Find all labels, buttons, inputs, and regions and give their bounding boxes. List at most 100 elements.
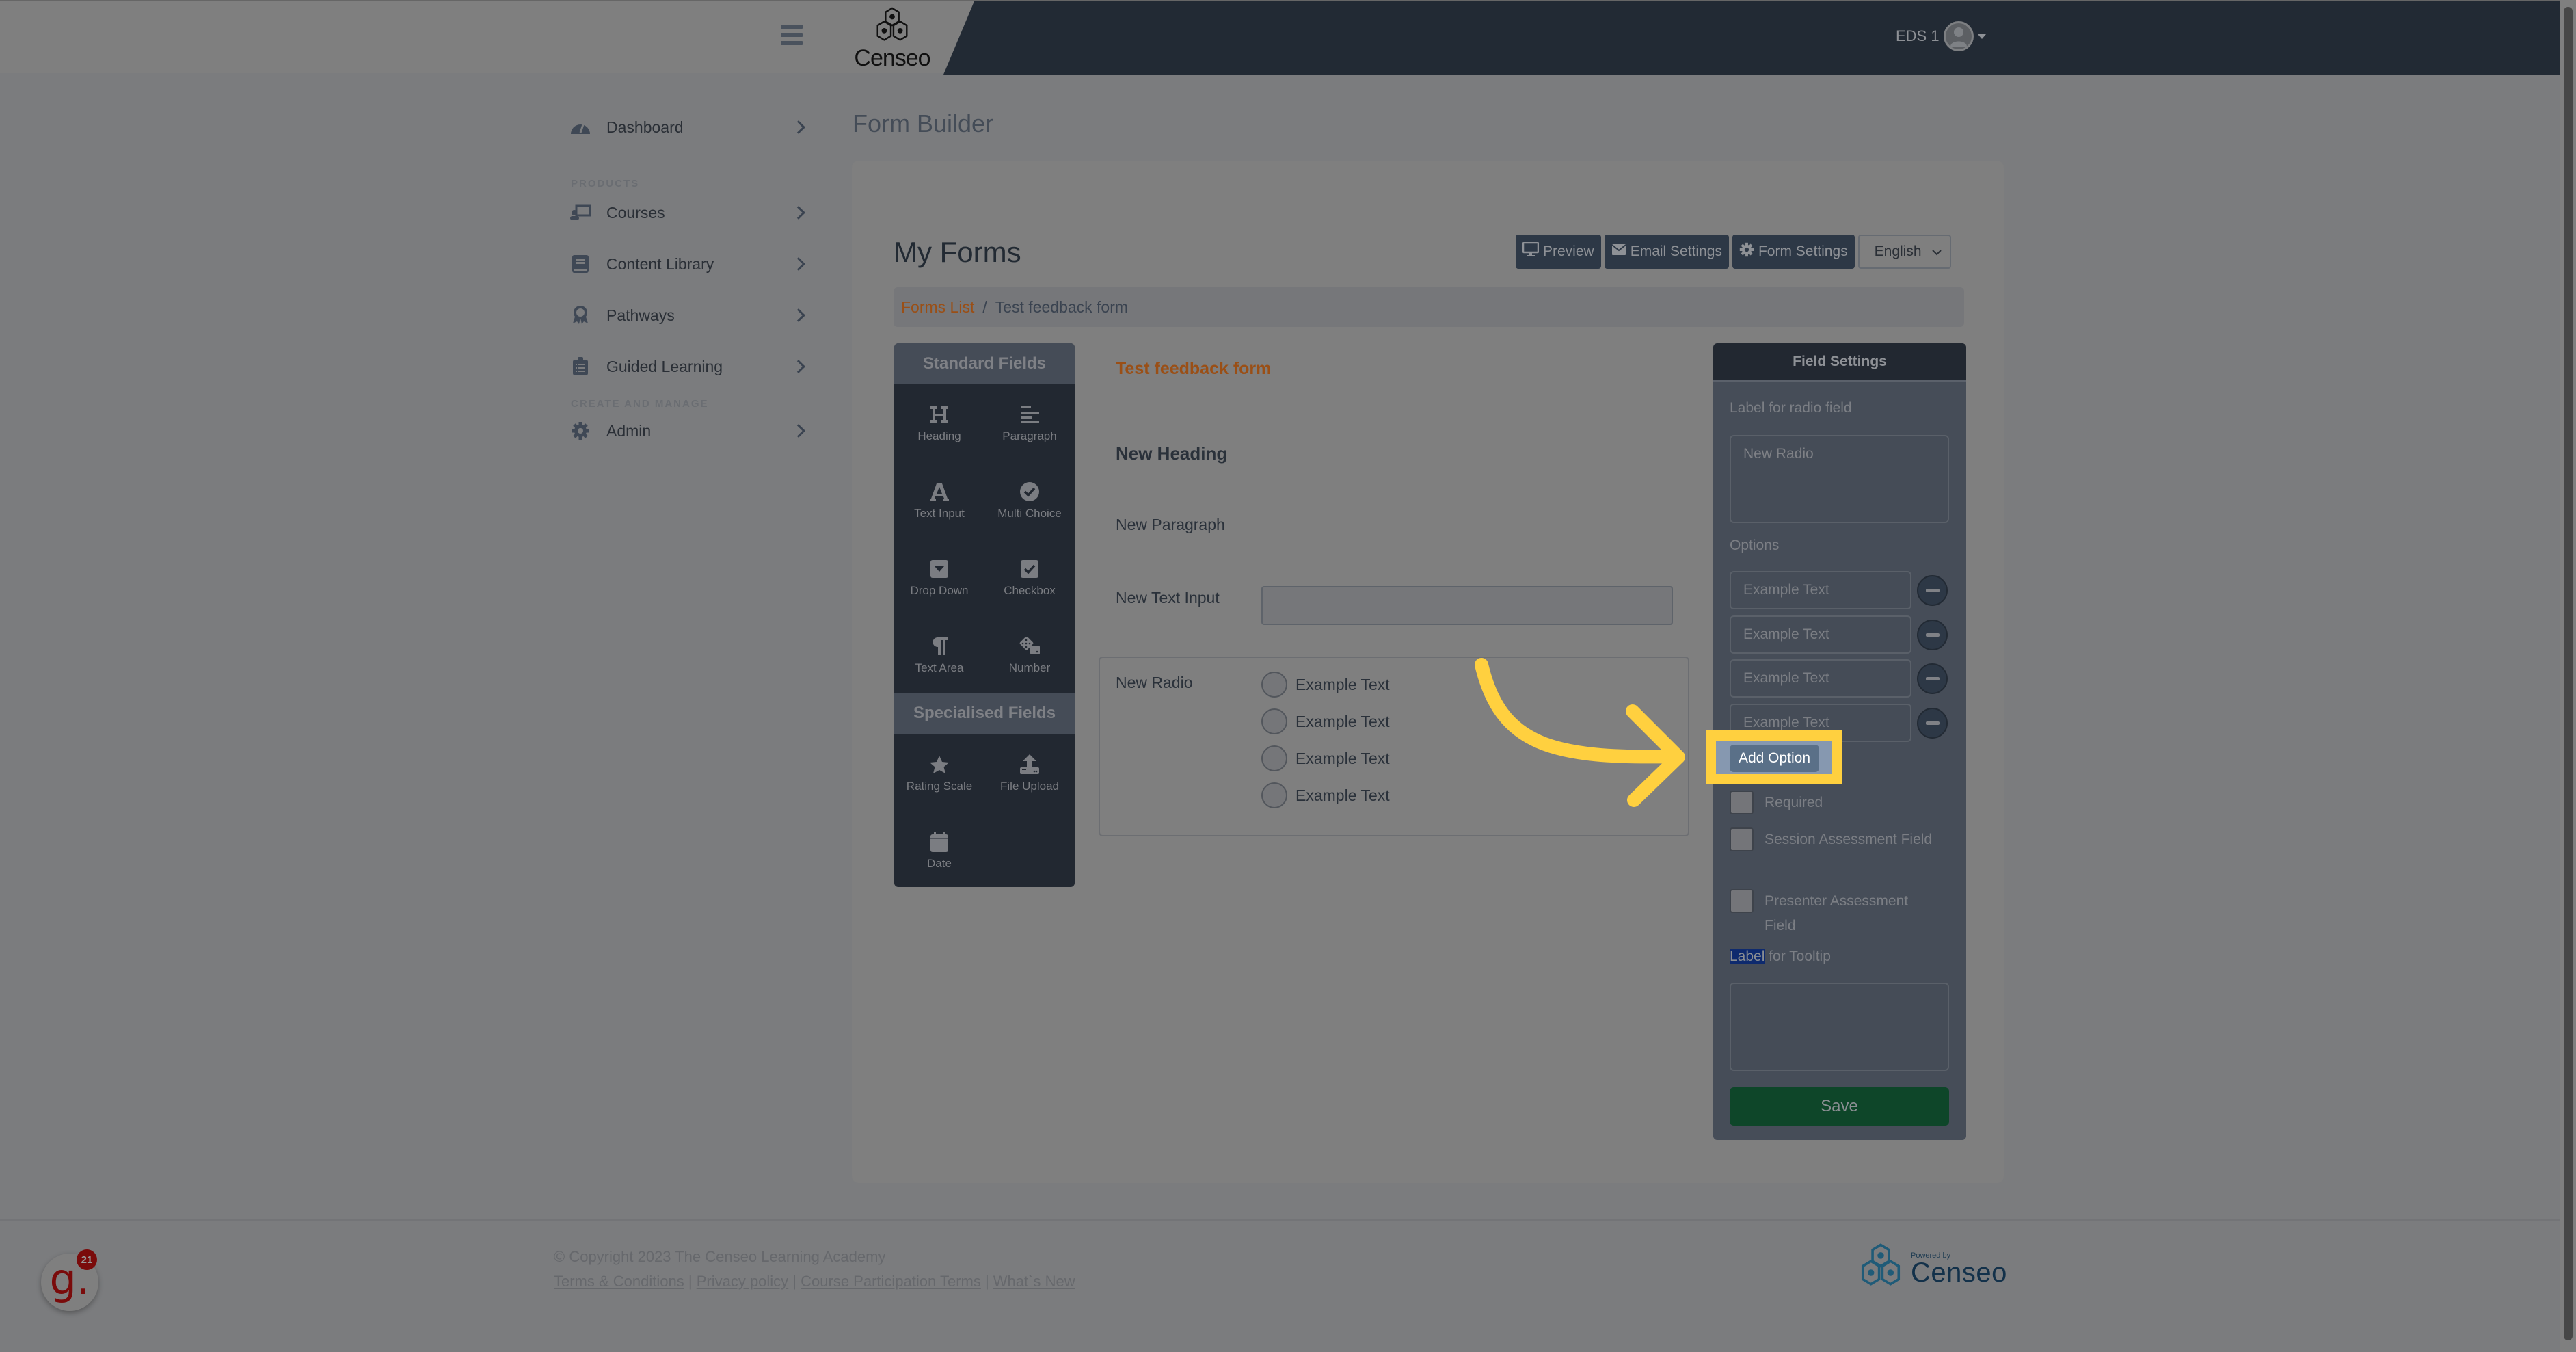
palette-label: Heading [917, 429, 961, 442]
sidebar-item-admin[interactable]: Admin [569, 417, 809, 445]
sidebar-item-pathways[interactable]: Pathways [569, 302, 809, 329]
whats-new-link[interactable]: What`s New [993, 1273, 1075, 1290]
radio-option[interactable]: Example Text [1261, 708, 1390, 734]
palette-item-date[interactable]: Date [894, 811, 984, 887]
save-button[interactable]: Save [1730, 1087, 1949, 1126]
breadcrumb-separator: / [982, 297, 987, 316]
participation-terms-link[interactable]: Course Participation Terms [801, 1273, 981, 1290]
add-option-button[interactable]: Add Option [1730, 745, 1819, 772]
sidebar-label: Guided Learning [606, 357, 723, 375]
specialised-fields-header: Specialised Fields [894, 693, 1075, 734]
radio-label-textarea[interactable]: New Radio [1730, 435, 1949, 523]
sidebar-label: Admin [606, 421, 652, 440]
palette-item-checkbox[interactable]: Checkbox [984, 538, 1075, 615]
palette-item-file-upload[interactable]: File Upload [984, 734, 1075, 811]
palette-item-drop-down[interactable]: Drop Down [894, 538, 984, 615]
remove-option-button[interactable] [1917, 619, 1948, 650]
presenter-assessment-checkbox[interactable] [1730, 889, 1754, 913]
breadcrumb-current: Test feedback form [995, 297, 1129, 316]
option-input[interactable]: Example Text [1730, 571, 1911, 609]
gear-icon [1739, 242, 1754, 261]
form-field-paragraph[interactable]: New Paragraph [1116, 516, 1225, 534]
chevron-down-icon [1931, 243, 1942, 260]
radio-option-label: Example Text [1296, 786, 1390, 804]
fields-palette: Standard Fields Heading Paragraph Text I… [894, 343, 1075, 887]
label-caption: Label for radio field [1730, 400, 1852, 416]
star-icon [929, 752, 950, 777]
radio-option-label: Example Text [1296, 675, 1390, 693]
remove-option-button[interactable] [1917, 574, 1948, 606]
section-label-products: PRODUCTS [571, 178, 640, 189]
palette-item-heading[interactable]: Heading [894, 384, 984, 461]
field-settings-header: Field Settings [1713, 343, 1966, 382]
breadcrumb-forms-list-link[interactable]: Forms List [901, 298, 974, 317]
sidebar-item-dashboard[interactable]: Dashboard [569, 114, 809, 141]
tooltip-caption-rest: for Tooltip [1765, 949, 1831, 964]
palette-label: Drop Down [910, 583, 969, 597]
radio-option[interactable]: Example Text [1261, 745, 1390, 771]
remove-option-button[interactable] [1917, 707, 1948, 739]
preview-label: Preview [1543, 243, 1594, 259]
gauge-icon [569, 116, 591, 138]
palette-label: Text Area [915, 661, 964, 674]
radio-button[interactable] [1261, 672, 1287, 698]
navbar-dark-section [943, 1, 2560, 75]
sidebar-label: Content Library [606, 254, 714, 273]
required-checkbox-row[interactable]: Required [1730, 791, 1935, 815]
caret-square-down-icon [930, 557, 949, 581]
user-name: EDS 1 [1896, 27, 1940, 44]
sidebar-item-content-library[interactable]: Content Library [569, 250, 809, 278]
page-scrollbar[interactable] [2560, 0, 2576, 1352]
check-square-icon [1020, 557, 1039, 581]
palette-item-number[interactable]: Number [984, 615, 1075, 693]
tooltip-textarea[interactable] [1730, 983, 1949, 1071]
chevron-right-icon [792, 424, 805, 438]
top-navbar [0, 0, 2560, 75]
form-field-heading[interactable]: New Heading [1116, 443, 1227, 464]
terms-link[interactable]: Terms & Conditions [554, 1273, 684, 1290]
palette-item-paragraph[interactable]: Paragraph [984, 384, 1075, 461]
form-settings-button[interactable]: Form Settings [1732, 235, 1855, 269]
clipboard-list-icon [569, 356, 591, 377]
presenter-assessment-checkbox-row[interactable]: Presenter Assessment Field [1730, 889, 1935, 938]
sidebar-item-courses[interactable]: Courses [569, 199, 809, 226]
palette-item-text-area[interactable]: Text Area [894, 615, 984, 693]
copyright-text: © Copyright 2023 The Censeo Learning Aca… [554, 1248, 886, 1265]
palette-item-multi-choice[interactable]: Multi Choice [984, 461, 1075, 538]
palette-item-rating-scale[interactable]: Rating Scale [894, 734, 984, 811]
privacy-link[interactable]: Privacy policy [697, 1273, 788, 1290]
checkbox-label: Presenter Assessment Field [1765, 893, 1909, 933]
link-separator: | [684, 1273, 697, 1290]
user-menu[interactable]: EDS 1 [1896, 21, 1986, 52]
preview-button[interactable]: Preview [1516, 235, 1601, 269]
form-title: Test feedback form [1116, 359, 1272, 378]
option-input[interactable]: Example Text [1730, 659, 1911, 698]
align-left-icon [1020, 402, 1039, 427]
email-settings-button[interactable]: Email Settings [1604, 235, 1729, 269]
radio-option[interactable]: Example Text [1261, 672, 1390, 698]
form-field-text-input[interactable] [1261, 586, 1673, 625]
guide-widget-button[interactable]: g. 21 [41, 1249, 98, 1311]
radio-option[interactable]: Example Text [1261, 782, 1390, 808]
radio-button[interactable] [1261, 782, 1287, 808]
sidebar-label: Pathways [606, 306, 675, 324]
minus-icon [1925, 676, 1940, 680]
palette-label: Checkbox [1004, 583, 1056, 597]
chevron-right-icon [792, 308, 805, 322]
language-select[interactable]: English [1857, 235, 1951, 269]
radio-button[interactable] [1261, 745, 1287, 771]
session-assessment-checkbox[interactable] [1730, 827, 1754, 851]
chevron-right-icon [792, 120, 805, 134]
palette-item-text-input[interactable]: Text Input [894, 461, 984, 538]
radio-button[interactable] [1261, 708, 1287, 734]
sidebar-item-guided-learning[interactable]: Guided Learning [569, 353, 809, 380]
scrollbar-thumb[interactable] [2564, 7, 2573, 1340]
session-assessment-checkbox-row[interactable]: Session Assessment Field [1730, 827, 1935, 852]
remove-option-button[interactable] [1917, 663, 1948, 694]
paragraph-icon [930, 634, 948, 659]
heading-icon [929, 402, 950, 427]
hamburger-icon[interactable] [781, 25, 803, 45]
censeo-logo[interactable]: Censeo [848, 7, 937, 70]
required-checkbox[interactable] [1730, 791, 1754, 814]
option-input[interactable]: Example Text [1730, 615, 1911, 654]
